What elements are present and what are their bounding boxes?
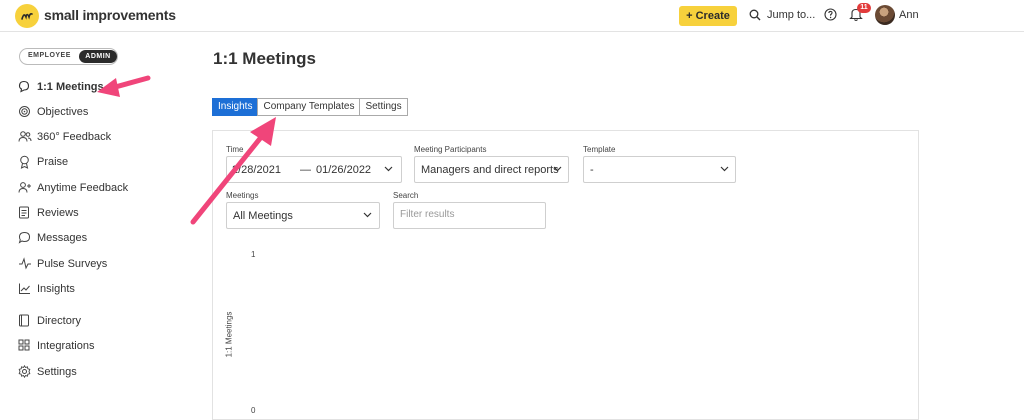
arrow-to-company-templates [190, 117, 276, 225]
arrow-to-1-1-meetings [97, 75, 151, 97]
annotation-arrows [97, 75, 276, 225]
